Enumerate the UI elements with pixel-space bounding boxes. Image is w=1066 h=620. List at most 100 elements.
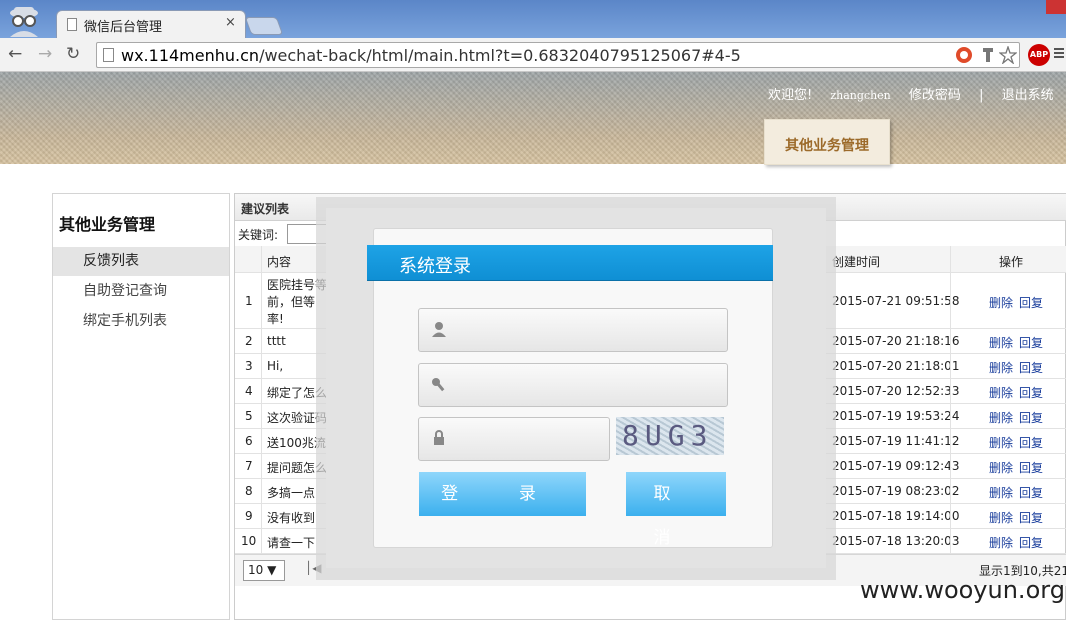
row-content: 前，但等: [267, 295, 316, 309]
reload-icon[interactable]: ↻: [66, 44, 80, 64]
row-content: 没有收到: [267, 511, 316, 525]
separator: |: [979, 88, 984, 103]
address-bar[interactable]: wx.114menhu.cn/wechat-back/html/main.htm…: [96, 42, 1020, 68]
page-size-select[interactable]: 10 ▼: [243, 560, 285, 581]
row-number: 6: [245, 434, 253, 448]
row-time: 2015-07-19 11:41:12: [832, 434, 960, 448]
sidebar-item-bound-phones[interactable]: 绑定手机列表: [53, 307, 229, 336]
page-icon: [67, 18, 77, 31]
reply-link[interactable]: 回复: [1019, 336, 1043, 350]
captcha-field[interactable]: [418, 417, 610, 461]
extension-icon[interactable]: [955, 46, 973, 64]
delete-link[interactable]: 删除: [989, 336, 1013, 350]
row-number: 10: [241, 534, 257, 548]
star-icon[interactable]: [999, 46, 1017, 64]
delete-link[interactable]: 删除: [989, 436, 1013, 450]
delete-link[interactable]: 删除: [989, 361, 1013, 375]
welcome-text: 欢迎您!: [768, 88, 813, 103]
column-divider: [950, 246, 951, 554]
row-content: 率!: [267, 312, 284, 326]
column-divider: [261, 246, 262, 554]
password-input[interactable]: [459, 372, 699, 396]
row-number: 4: [245, 384, 253, 398]
row-number: 5: [245, 409, 253, 423]
reply-link[interactable]: 回复: [1019, 536, 1043, 550]
reply-link[interactable]: 回复: [1019, 486, 1043, 500]
adblock-icon[interactable]: ABP: [1028, 44, 1050, 66]
sidebar: 其他业务管理 反馈列表 自助登记查询 绑定手机列表: [52, 193, 230, 620]
captcha-input[interactable]: [459, 426, 599, 450]
window-close-icon[interactable]: [1046, 0, 1066, 14]
new-tab-button[interactable]: [244, 17, 284, 35]
tab-close-icon[interactable]: ×: [225, 15, 236, 30]
login-title-bar: 系统登录: [367, 245, 773, 280]
col-content: 内容: [267, 255, 292, 269]
password-field[interactable]: [418, 363, 728, 407]
row-content: 请查一下: [267, 536, 316, 550]
url-path: /wechat-back/html/main.html?t=0.68320407…: [259, 46, 741, 65]
row-time: 2015-07-20 12:52:33: [832, 384, 960, 398]
row-time: 2015-07-19 08:23:02: [832, 484, 960, 498]
captcha-image[interactable]: 8UG3: [616, 417, 724, 455]
row-number: 7: [245, 459, 253, 473]
page-icon: [103, 48, 114, 62]
nav-tab-label: 其他业务管理: [785, 138, 869, 154]
delete-link[interactable]: 删除: [989, 296, 1013, 310]
login-button[interactable]: 登 录: [419, 472, 586, 516]
delete-link[interactable]: 删除: [989, 411, 1013, 425]
delete-link[interactable]: 删除: [989, 461, 1013, 475]
row-time: 2015-07-21 09:51:58: [832, 294, 960, 308]
wrench-icon[interactable]: [979, 46, 997, 64]
forward-icon[interactable]: →: [38, 44, 52, 64]
key-icon: [432, 378, 445, 392]
nav-tab-other-business[interactable]: 其他业务管理: [764, 119, 890, 165]
row-time: 2015-07-18 13:20:03: [832, 534, 960, 548]
username-field[interactable]: [418, 308, 728, 352]
reply-link[interactable]: 回复: [1019, 386, 1043, 400]
cancel-button[interactable]: 取 消: [626, 472, 726, 547]
change-password-link[interactable]: 修改密码: [909, 88, 961, 103]
tab-title: 微信后台管理: [84, 20, 163, 35]
row-content: tttt: [267, 334, 286, 348]
sidebar-item-feedback-list[interactable]: 反馈列表: [53, 247, 229, 276]
delete-link[interactable]: 删除: [989, 511, 1013, 525]
reply-link[interactable]: 回复: [1019, 296, 1043, 310]
delete-link[interactable]: 删除: [989, 386, 1013, 400]
row-time: 2015-07-20 21:18:01: [832, 359, 960, 373]
col-actions: 操作: [999, 255, 1024, 269]
lock-icon: [434, 430, 444, 445]
incognito-icon: [10, 7, 38, 37]
row-number: 9: [245, 509, 253, 523]
row-time: 2015-07-20 21:18:16: [832, 334, 960, 348]
row-time: 2015-07-19 09:12:43: [832, 459, 960, 473]
delete-link[interactable]: 删除: [989, 536, 1013, 550]
reply-link[interactable]: 回复: [1019, 411, 1043, 425]
col-created: 创建时间: [832, 255, 881, 269]
row-number: 2: [245, 334, 253, 348]
row-number: 8: [245, 484, 253, 498]
reply-link[interactable]: 回复: [1019, 461, 1043, 475]
reply-link[interactable]: 回复: [1019, 361, 1043, 375]
watermark: www.wooyun.org: [860, 576, 1065, 604]
user-bar: 欢迎您! zhangchen 修改密码 | 退出系统: [768, 84, 1066, 103]
menu-icon[interactable]: [1054, 46, 1064, 62]
sidebar-item-self-registration[interactable]: 自助登记查询: [53, 277, 229, 306]
logout-link[interactable]: 退出系统: [1002, 88, 1054, 103]
reply-link[interactable]: 回复: [1019, 511, 1043, 525]
reply-link[interactable]: 回复: [1019, 436, 1043, 450]
browser-tab-strip: 微信后台管理 ×: [0, 0, 1066, 38]
username-input[interactable]: [459, 317, 699, 341]
browser-tab[interactable]: 微信后台管理 ×: [56, 10, 246, 38]
delete-link[interactable]: 删除: [989, 486, 1013, 500]
back-icon[interactable]: ←: [8, 44, 22, 64]
browser-toolbar: ← → ↻ wx.114menhu.cn/wechat-back/html/ma…: [0, 38, 1066, 72]
user-icon: [432, 322, 446, 337]
row-time: 2015-07-19 19:53:24: [832, 409, 960, 423]
row-content: 多搞一点: [267, 486, 316, 500]
url-domain: wx.114menhu.cn: [121, 46, 260, 65]
sidebar-title: 其他业务管理: [59, 215, 156, 234]
row-number: 3: [245, 359, 253, 373]
keyword-label: 关键词:: [238, 228, 279, 242]
username: zhangchen: [830, 89, 891, 102]
row-number: 1: [245, 294, 253, 308]
